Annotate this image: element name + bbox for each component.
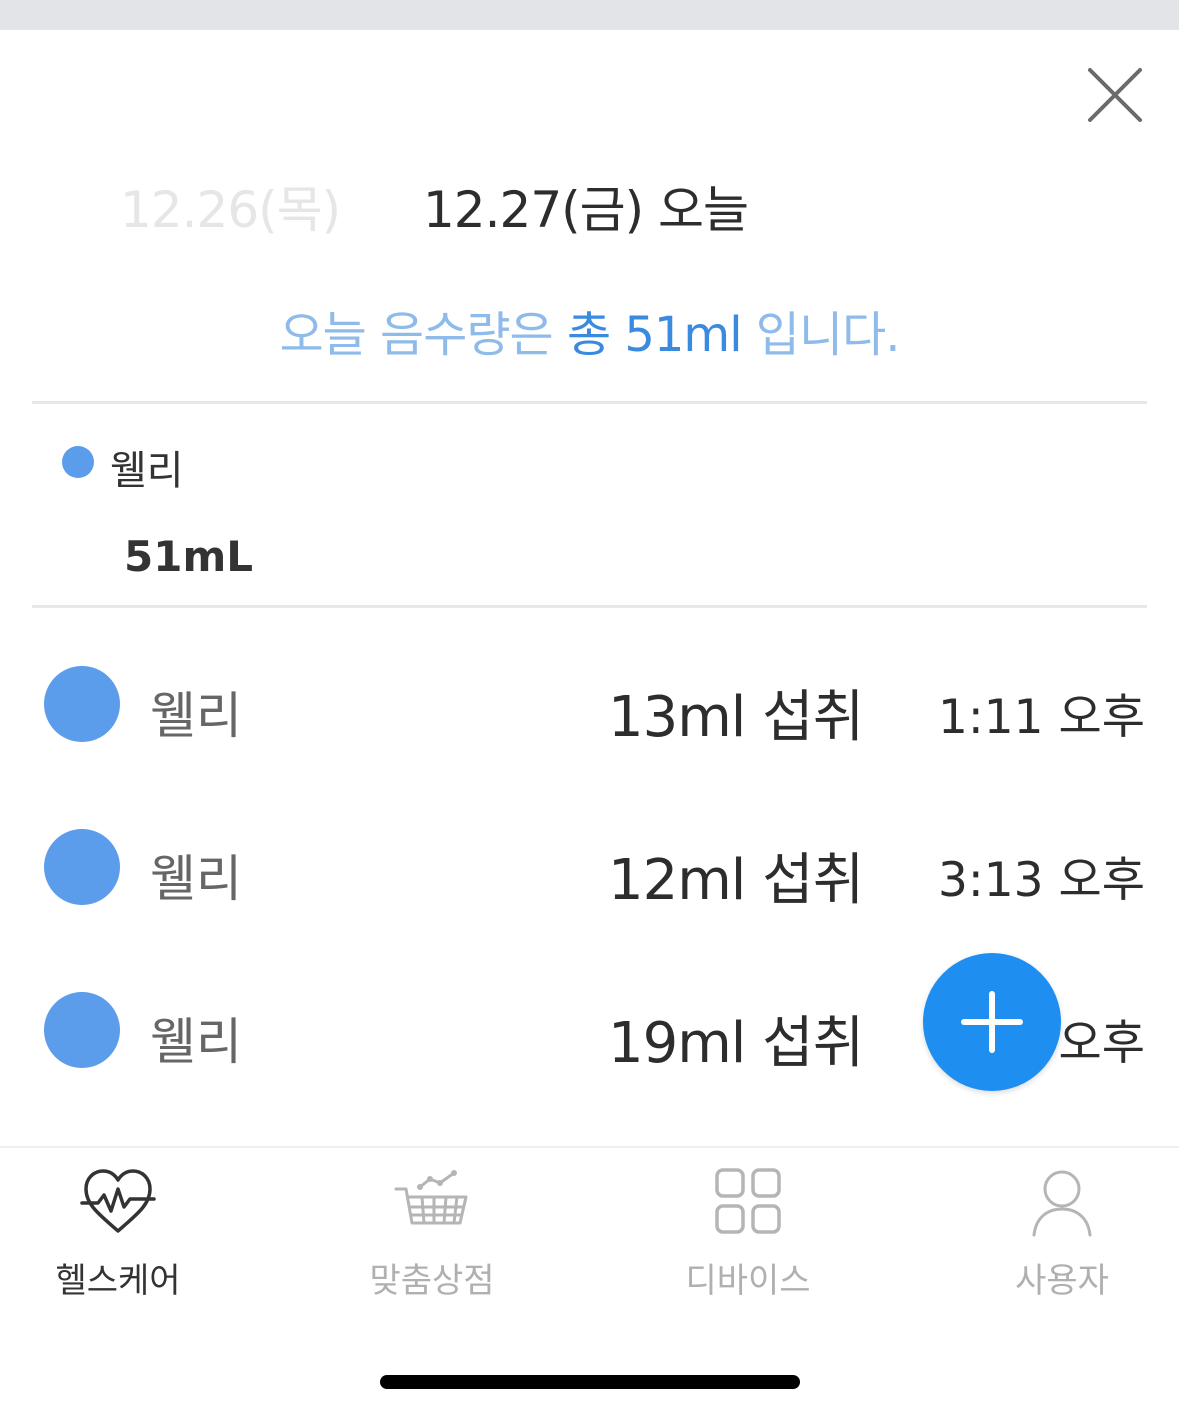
record-name: 웰리 <box>150 687 242 745</box>
record-name: 웰리 <box>150 1013 242 1071</box>
record-dot <box>44 666 120 742</box>
record-amount: 13ml 섭취 <box>608 685 864 750</box>
tab-healthcare[interactable]: 헬스케어 <box>18 1165 218 1305</box>
record-amount: 12ml 섭취 <box>608 848 864 913</box>
tab-user[interactable]: 사용자 <box>962 1165 1162 1305</box>
summary-prefix: 오늘 음수량은 <box>279 307 567 363</box>
top-status-strip <box>0 0 1179 30</box>
tab-label: 사용자 <box>1015 1261 1109 1301</box>
divider <box>32 605 1147 608</box>
date-previous[interactable]: 12.26(목) <box>120 170 341 242</box>
record-name: 웰리 <box>150 850 242 908</box>
record-dot <box>44 829 120 905</box>
tabbar-divider <box>0 1146 1179 1148</box>
close-button[interactable] <box>1082 62 1148 128</box>
summary-suffix: 입니다. <box>741 307 901 363</box>
record-time: 오후 <box>1058 1016 1145 1071</box>
record-dot <box>44 992 120 1068</box>
intake-record-row[interactable]: 웰리 12ml 섭취 3:13 오후 <box>0 829 1179 929</box>
record-amount: 19ml 섭취 <box>608 1011 864 1076</box>
tab-label: 헬스케어 <box>55 1261 181 1301</box>
basket-icon <box>394 1170 468 1225</box>
user-icon <box>1032 1170 1092 1237</box>
tab-devices[interactable]: 디바이스 <box>648 1165 848 1305</box>
divider <box>32 401 1147 404</box>
add-intake-button[interactable] <box>923 953 1061 1091</box>
date-current[interactable]: 12.27(금) 오늘 <box>423 170 749 242</box>
legend-dot <box>62 446 94 478</box>
tab-shop[interactable]: 맞춤상점 <box>332 1165 532 1305</box>
grid-icon <box>715 1168 781 1234</box>
summary-total: 총 51ml <box>566 307 743 363</box>
intake-record-row[interactable]: 웰리 13ml 섭취 1:11 오후 <box>0 666 1179 766</box>
close-icon <box>1088 68 1142 122</box>
heart-pulse-icon <box>80 1169 156 1233</box>
tab-label: 디바이스 <box>685 1261 811 1301</box>
legend-total: 51mL <box>124 532 253 581</box>
tab-label: 맞춤상점 <box>369 1261 495 1301</box>
record-time: 1:11 오후 <box>938 690 1145 745</box>
home-indicator <box>380 1375 800 1389</box>
legend-name: 웰리 <box>110 448 184 494</box>
daily-summary: 오늘 음수량은 총 51ml 입니다. <box>0 295 1179 365</box>
record-time: 3:13 오후 <box>938 853 1145 908</box>
plus-icon <box>961 991 1023 1053</box>
